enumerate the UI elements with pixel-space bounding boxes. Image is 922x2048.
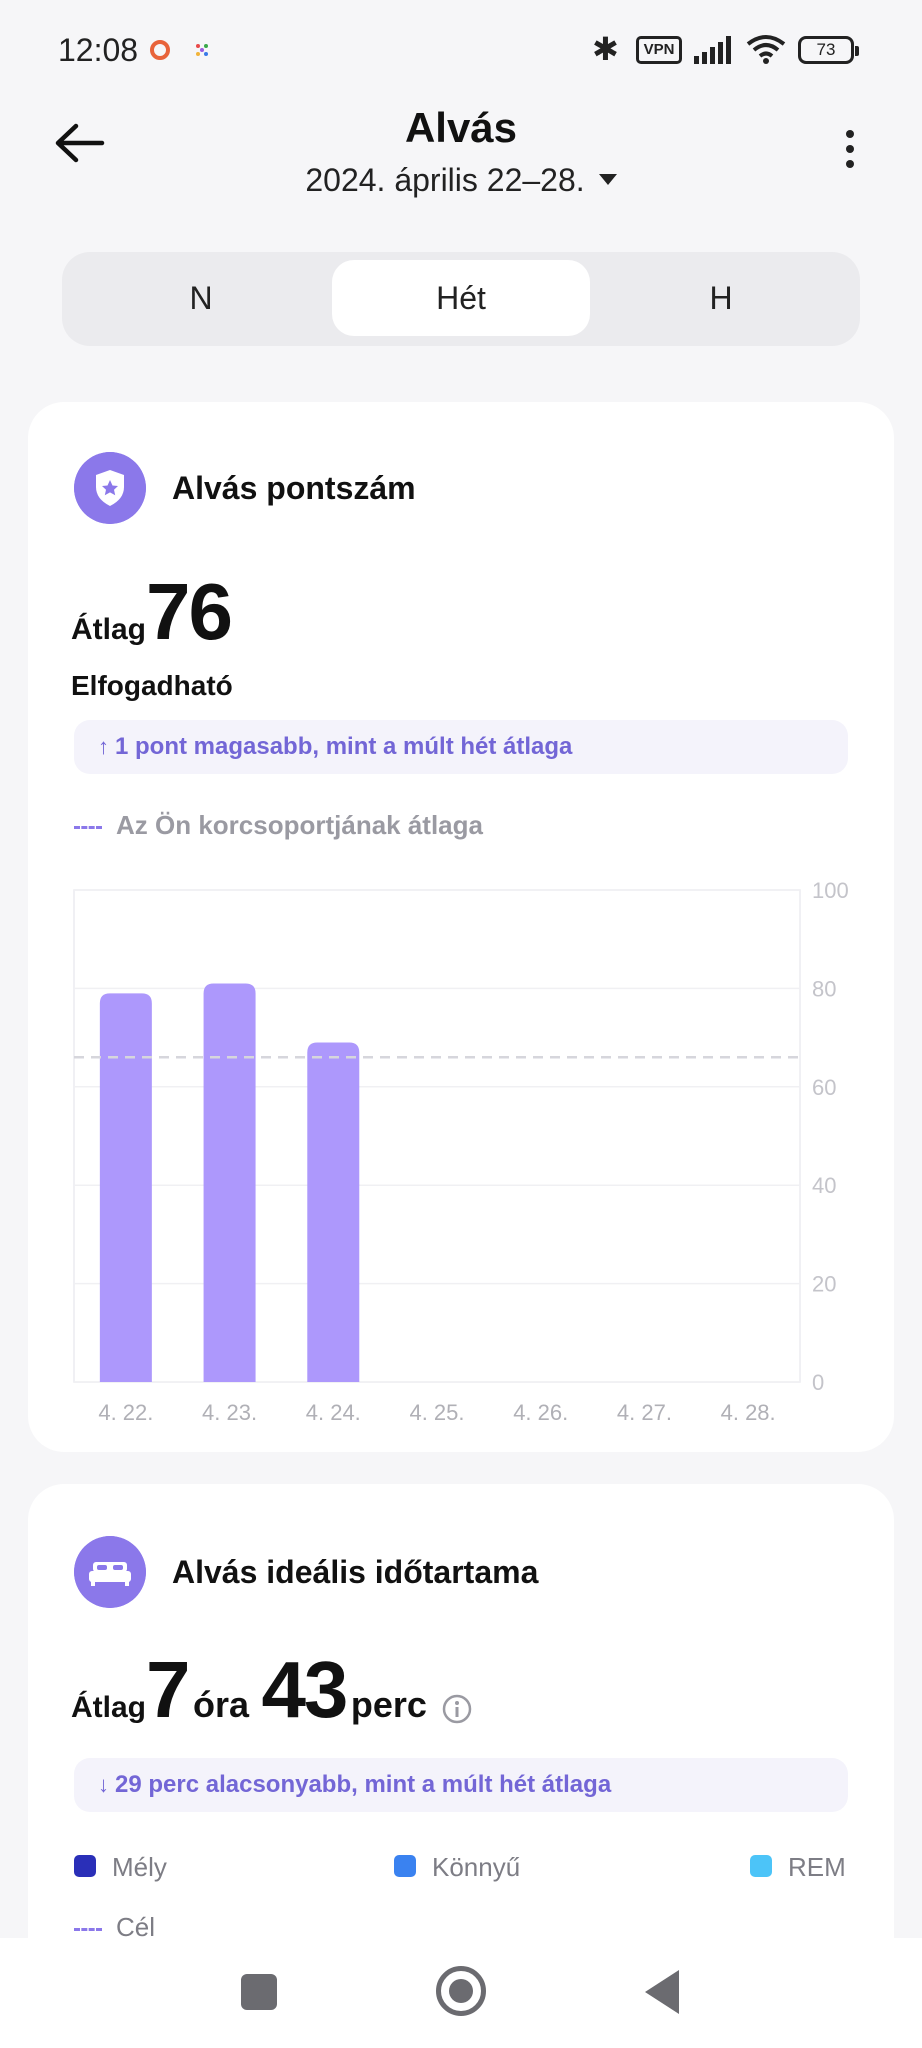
status-time: 12:08 bbox=[58, 32, 139, 68]
average-label: Átlag bbox=[71, 613, 146, 646]
average-minutes: 43 bbox=[261, 1645, 348, 1734]
info-icon[interactable] bbox=[441, 1693, 473, 1725]
sleep-score-card[interactable]: Alvás pontszám Átlag76 Elfogadható ↑ 1 po… bbox=[28, 402, 894, 1452]
legend-rem-label: REM bbox=[788, 1852, 846, 1882]
sleep-duration-title: Alvás ideális időtartama bbox=[172, 1554, 539, 1590]
wifi-icon bbox=[746, 35, 786, 64]
record-indicator-icon bbox=[150, 40, 170, 60]
average-label: Átlag bbox=[71, 1691, 146, 1724]
chart-frame bbox=[73, 889, 801, 1383]
vpn-badge: VPN bbox=[636, 36, 682, 64]
legend-deep-label: Mély bbox=[112, 1852, 167, 1882]
tab-day[interactable]: N bbox=[72, 260, 330, 336]
bluetooth-icon: ✱ bbox=[592, 31, 619, 67]
dashed-line-icon bbox=[74, 825, 102, 829]
arrow-up-icon: ↑ bbox=[98, 734, 109, 759]
caret-down-icon bbox=[598, 174, 617, 186]
y-tick-label: 60 bbox=[812, 1075, 836, 1100]
age-group-legend-label: Az Ön korcsoportjának átlaga bbox=[116, 810, 483, 840]
x-tick-label: 4. 26. bbox=[513, 1400, 568, 1425]
arrow-down-icon: ↓ bbox=[98, 1772, 109, 1797]
legend-light-label: Könnyű bbox=[432, 1852, 521, 1882]
signal-icon bbox=[694, 36, 731, 64]
tab-month[interactable]: H bbox=[592, 260, 850, 336]
duration-comparison: ↓ 29 perc alacsonyabb, mint a múlt hét át… bbox=[74, 1758, 848, 1812]
score-average: Átlag76 bbox=[71, 566, 233, 658]
duration-average: Átlag7 óra 43 perc bbox=[71, 1644, 473, 1736]
legend-swatch-rem bbox=[750, 1855, 772, 1878]
y-tick-label: 80 bbox=[812, 976, 836, 1001]
age-group-legend: Az Ön korcsoportjának átlaga bbox=[74, 810, 483, 841]
average-hours: 7 bbox=[146, 1645, 190, 1734]
score-bar bbox=[99, 993, 152, 1382]
period-tabs: N Hét H bbox=[62, 252, 860, 346]
x-tick-label: 4. 25. bbox=[409, 1400, 464, 1425]
status-bar: 12:08 ✱ VPN 73 bbox=[0, 0, 922, 100]
dashed-line-icon bbox=[74, 1927, 102, 1931]
x-tick-label: 4. 28. bbox=[721, 1400, 776, 1425]
date-range-selector[interactable]: 2024. április 22–28. bbox=[0, 162, 922, 199]
legend-swatch-light bbox=[394, 1855, 416, 1878]
legend-swatch-deep bbox=[74, 1855, 96, 1878]
home-icon[interactable] bbox=[436, 1966, 486, 2016]
x-tick-label: 4. 24. bbox=[306, 1400, 361, 1425]
y-tick-label: 100 bbox=[812, 878, 849, 903]
score-rating: Elfogadható bbox=[71, 670, 233, 701]
system-nav-bar bbox=[0, 1938, 922, 2048]
duration-comparison-text: 29 perc alacsonyabb, mint a múlt hét átl… bbox=[115, 1771, 612, 1798]
date-range-label: 2024. április 22–28. bbox=[305, 162, 585, 198]
legend-deep: Mély bbox=[74, 1852, 167, 1883]
battery-icon: 73 bbox=[798, 36, 859, 64]
recent-apps-icon[interactable] bbox=[241, 1974, 277, 2010]
app-notification-icon bbox=[196, 44, 208, 56]
average-score: 76 bbox=[146, 567, 233, 656]
score-bar bbox=[203, 983, 256, 1382]
x-tick-label: 4. 22. bbox=[98, 1400, 153, 1425]
score-comparison-text: 1 pont magasabb, mint a múlt hét átlaga bbox=[115, 733, 573, 760]
x-tick-label: 4. 23. bbox=[202, 1400, 257, 1425]
sleep-score-chart: 0 20 40 60 80 100 4. 22. 4. 23. 4. 24. 4. 25. 4. 2… bbox=[73, 878, 849, 1425]
x-tick-label: 4. 27. bbox=[617, 1400, 672, 1425]
bed-icon bbox=[74, 1536, 146, 1608]
score-comparison: ↑ 1 pont magasabb, mint a múlt hét átlaga bbox=[74, 720, 848, 774]
legend-rem: REM bbox=[750, 1852, 846, 1883]
sleep-score-title: Alvás pontszám bbox=[172, 470, 416, 506]
more-vertical-icon[interactable] bbox=[840, 130, 860, 174]
page-title: Alvás bbox=[404, 104, 518, 151]
score-bar bbox=[307, 1042, 360, 1382]
tab-week[interactable]: Hét bbox=[332, 260, 590, 336]
y-tick-label: 40 bbox=[812, 1173, 836, 1198]
y-tick-label: 0 bbox=[812, 1370, 824, 1395]
nav-back-icon[interactable] bbox=[645, 1970, 679, 2014]
legend-light: Könnyű bbox=[394, 1852, 520, 1883]
y-tick-label: 20 bbox=[812, 1272, 836, 1297]
hours-unit: óra bbox=[192, 1684, 249, 1725]
minutes-unit: perc bbox=[350, 1684, 427, 1725]
shield-star-icon bbox=[74, 452, 146, 524]
